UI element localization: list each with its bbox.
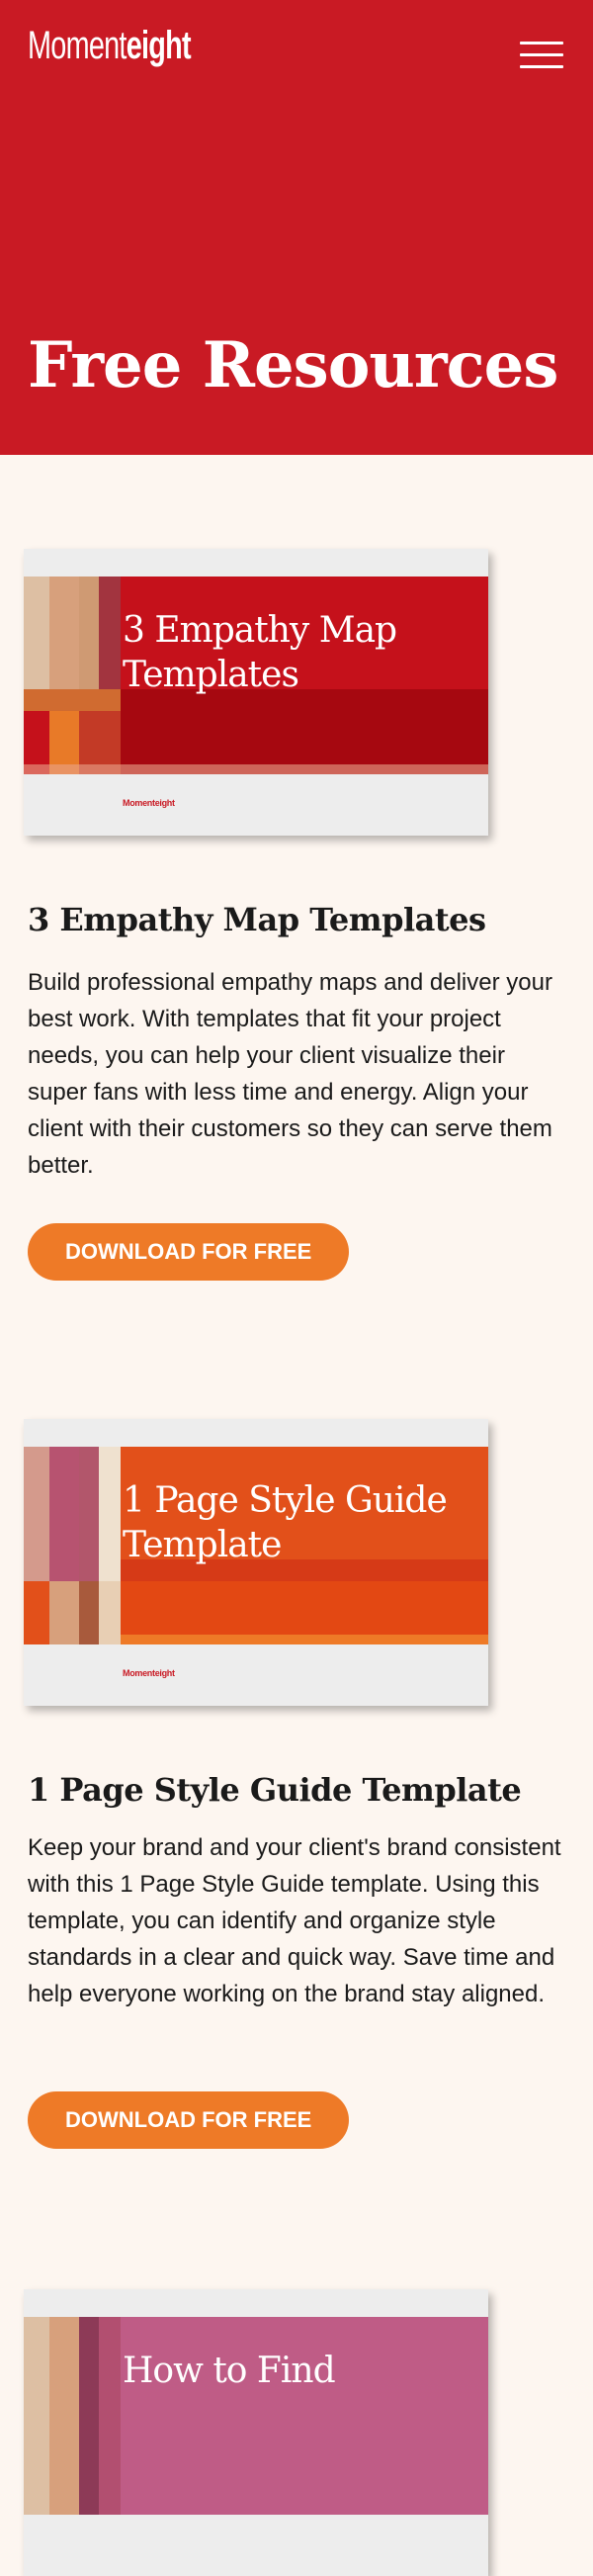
download-button[interactable]: DOWNLOAD FOR FREE <box>28 2091 350 2149</box>
cover-title: 1 Page Style Guide Template <box>123 1480 448 1565</box>
resource-cover-image: 1 Page Style Guide Template Momenteight <box>24 1419 488 1706</box>
hamburger-menu-icon[interactable] <box>520 40 563 69</box>
momenteight-logo[interactable]: Momenteight <box>28 26 192 65</box>
resource-cover-image: How to Find <box>24 2289 488 2576</box>
resource-card: How to Find <box>0 2195 593 2576</box>
resource-title: 1 Page Style Guide Template <box>28 1771 522 1809</box>
cover-title: How to Find <box>123 2351 336 2391</box>
resource-card: 1 Page Style Guide Template Momenteight … <box>0 1325 593 2195</box>
resource-description: Keep your brand and your client's brand … <box>28 1834 561 2007</box>
resource-cover-image: 3 Empathy Map Templates Momenteight <box>24 549 488 836</box>
cover-title: 3 Empathy Map Templates <box>123 610 397 695</box>
hero-banner: Momenteight Free Resources <box>0 0 593 455</box>
resource-title: 3 Empathy Map Templates <box>28 901 486 938</box>
resource-card: 3 Empathy Map Templates Momenteight 3 Em… <box>0 455 593 1325</box>
page-title: Free Resources <box>28 328 558 402</box>
download-button[interactable]: DOWNLOAD FOR FREE <box>28 1223 350 1281</box>
cover-logo: Momenteight <box>123 798 175 808</box>
resource-description: Build professional empathy maps and deli… <box>28 969 552 1179</box>
cover-logo: Momenteight <box>123 1668 175 1678</box>
